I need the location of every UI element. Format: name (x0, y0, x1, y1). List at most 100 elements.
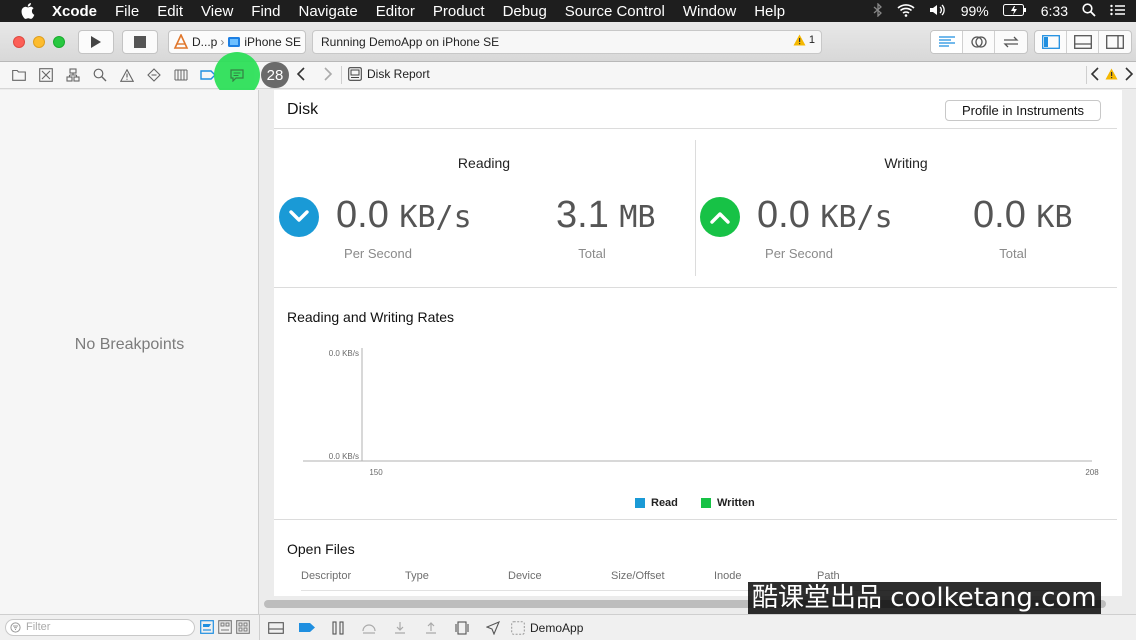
step-into-button[interactable] (390, 619, 410, 637)
xcode-window: Xcode File Edit View Find Navigate Edito… (0, 0, 1136, 640)
filter-enabled-breakpoints-button[interactable] (200, 620, 214, 639)
hide-debug-area-button[interactable] (266, 619, 286, 637)
source-control-navigator-tab[interactable] (37, 66, 55, 84)
activity-status: Running DemoApp on iPhone SE (321, 35, 500, 49)
writing-rate-caption: Per Second (765, 246, 833, 261)
column-header-path[interactable]: Path (817, 570, 840, 582)
symbol-navigator-tab[interactable] (64, 66, 82, 84)
volume-icon[interactable] (929, 3, 947, 20)
scheme-selector[interactable]: D...p › iPhone SE (168, 30, 306, 54)
writing-total-unit: KB (1036, 200, 1073, 235)
menu-find[interactable]: Find (251, 3, 280, 20)
version-editor-button[interactable] (995, 31, 1027, 53)
menu-help[interactable]: Help (754, 3, 785, 20)
chevron-right-icon (1125, 67, 1134, 81)
chevron-left-icon (1090, 67, 1099, 81)
step-out-button[interactable] (421, 619, 441, 637)
previous-issue-button[interactable] (1090, 67, 1100, 84)
open-files-title: Open Files (287, 541, 355, 557)
menu-navigate[interactable]: Navigate (298, 3, 357, 20)
pause-button[interactable] (328, 619, 348, 637)
stop-button[interactable] (122, 30, 158, 54)
column-header-device[interactable]: Device (508, 570, 542, 582)
chevron-right-icon: › (220, 35, 225, 49)
empty-state-label: No Breakpoints (74, 336, 185, 353)
legend-written-label: Written (717, 497, 755, 509)
simulate-location-button[interactable] (483, 619, 503, 637)
standard-editor-button[interactable] (931, 31, 963, 53)
report-icon (230, 68, 244, 82)
go-forward-button[interactable] (323, 67, 333, 84)
utilities-panel-icon (1106, 35, 1124, 49)
issue-warning-button[interactable] (1105, 68, 1118, 83)
menu-file[interactable]: File (115, 3, 139, 20)
breakpoint-icon (299, 623, 315, 632)
apple-icon[interactable] (18, 1, 38, 21)
minimize-window-button[interactable] (33, 36, 45, 48)
rates-title: Reading and Writing Rates (287, 309, 455, 325)
jumpbar-path-item[interactable]: Disk Report (348, 67, 430, 81)
filter-field[interactable]: Filter (5, 619, 195, 636)
menu-view[interactable]: View (201, 3, 233, 20)
project-navigator-tab[interactable] (10, 66, 28, 84)
menu-app-name[interactable]: Xcode (52, 3, 97, 20)
toggle-utilities-button[interactable] (1099, 31, 1131, 53)
column-header-inode[interactable]: Inode (714, 570, 742, 582)
zoom-window-button[interactable] (53, 36, 65, 48)
clock[interactable]: 6:33 (1041, 3, 1068, 19)
debug-view-hierarchy-button[interactable] (452, 619, 472, 637)
go-back-button[interactable] (296, 67, 306, 84)
writing-rate-unit: KB/s (820, 200, 893, 235)
navigator-panel-icon (1041, 35, 1060, 49)
scheme-name: D...p (192, 35, 218, 49)
jumpbar-divider (341, 66, 342, 84)
writing-total-caption: Total (999, 246, 1027, 261)
wifi-icon[interactable] (897, 3, 915, 20)
column-header-size-offset[interactable]: Size/Offset (611, 570, 665, 582)
next-issue-button[interactable] (1124, 67, 1134, 84)
debug-bar: DemoApp (260, 614, 1136, 640)
assistant-editor-button[interactable] (963, 31, 995, 53)
step-over-button[interactable] (359, 619, 379, 637)
breakpoints-toggle-button[interactable] (297, 619, 317, 637)
filter-shared-button[interactable] (218, 620, 232, 639)
test-navigator-tab[interactable] (145, 66, 163, 84)
find-navigator-tab[interactable] (91, 66, 109, 84)
issue-navigator-tab[interactable] (118, 66, 136, 84)
toggle-debug-area-button[interactable] (1067, 31, 1099, 53)
notification-center-icon[interactable] (1110, 3, 1126, 19)
spotlight-search-icon[interactable] (1082, 2, 1096, 20)
menu-debug[interactable]: Debug (503, 3, 547, 20)
warning-count: 1 (808, 34, 815, 46)
y-tick-label: 0.0 KB/s (329, 452, 359, 461)
profile-in-instruments-button[interactable]: Profile in Instruments (945, 100, 1101, 121)
battery-icon[interactable] (1002, 3, 1027, 19)
menu-source-control[interactable]: Source Control (565, 3, 665, 20)
divider (274, 128, 1117, 129)
warning-icon (793, 34, 806, 46)
bluetooth-icon[interactable] (873, 1, 883, 20)
chevron-right-icon (324, 67, 333, 81)
toggle-navigator-button[interactable] (1035, 31, 1067, 53)
y-tick-label: 0.0 KB/s (329, 349, 359, 358)
window-toolbar: D...p › iPhone SE Running DemoApp on iPh… (0, 22, 1136, 62)
close-window-button[interactable] (13, 36, 25, 48)
column-header-type[interactable]: Type (405, 570, 429, 582)
menu-editor[interactable]: Editor (376, 3, 415, 20)
step-into-icon (395, 621, 405, 634)
breakpoint-filter-icon (200, 620, 214, 634)
magnifier-icon (93, 68, 107, 82)
step-over-icon (362, 623, 376, 634)
menu-window[interactable]: Window (683, 3, 736, 20)
column-header-descriptor[interactable]: Descriptor (301, 570, 351, 582)
menu-product[interactable]: Product (433, 3, 485, 20)
warning-indicator[interactable]: 1 (793, 34, 815, 46)
legend-written-swatch (701, 498, 711, 508)
menu-edit[interactable]: Edit (157, 3, 183, 20)
writing-label: Writing (884, 155, 928, 171)
assistant-editor-icon (970, 36, 987, 48)
filter-recent-button[interactable] (236, 620, 250, 639)
run-button[interactable] (78, 30, 114, 54)
debug-navigator-tab[interactable] (172, 66, 190, 84)
process-selector[interactable]: DemoApp (511, 619, 583, 637)
